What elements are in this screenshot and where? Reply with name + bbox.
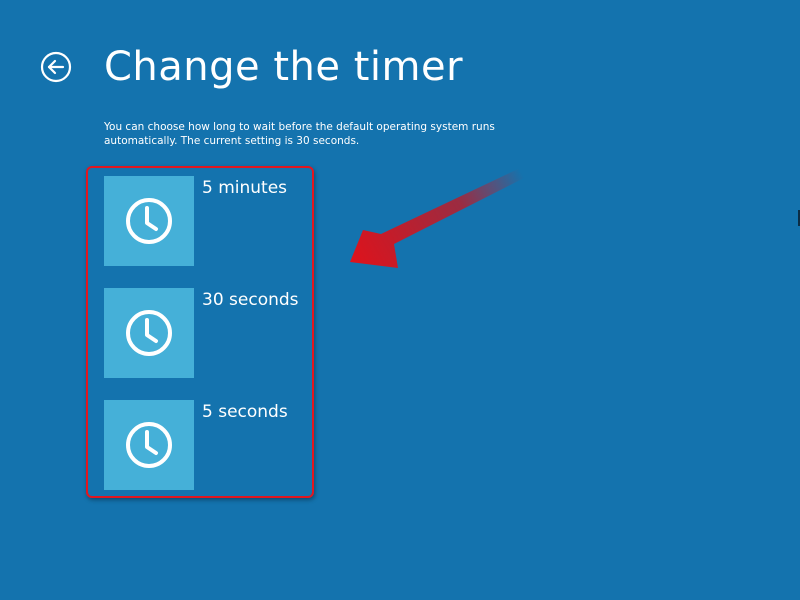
timer-description: You can choose how long to wait before t… [104,121,495,147]
option-5-seconds[interactable]: 5 seconds [104,400,304,490]
option-5-minutes[interactable]: 5 minutes [104,176,304,266]
back-button[interactable] [40,51,72,83]
option-tile [104,288,194,378]
option-tile [104,176,194,266]
back-arrow-circle-icon [40,51,72,83]
clock-icon [126,310,172,356]
option-label: 30 seconds [202,290,299,310]
option-label: 5 minutes [202,178,288,198]
timer-options-list: 5 minutes 30 seconds 5 seconds [104,176,304,512]
clock-icon [126,198,172,244]
option-label: 5 seconds [202,402,288,422]
page-title: Change the timer [104,44,464,90]
option-30-seconds[interactable]: 30 seconds [104,288,304,378]
option-tile [104,400,194,490]
clock-icon [126,422,172,468]
